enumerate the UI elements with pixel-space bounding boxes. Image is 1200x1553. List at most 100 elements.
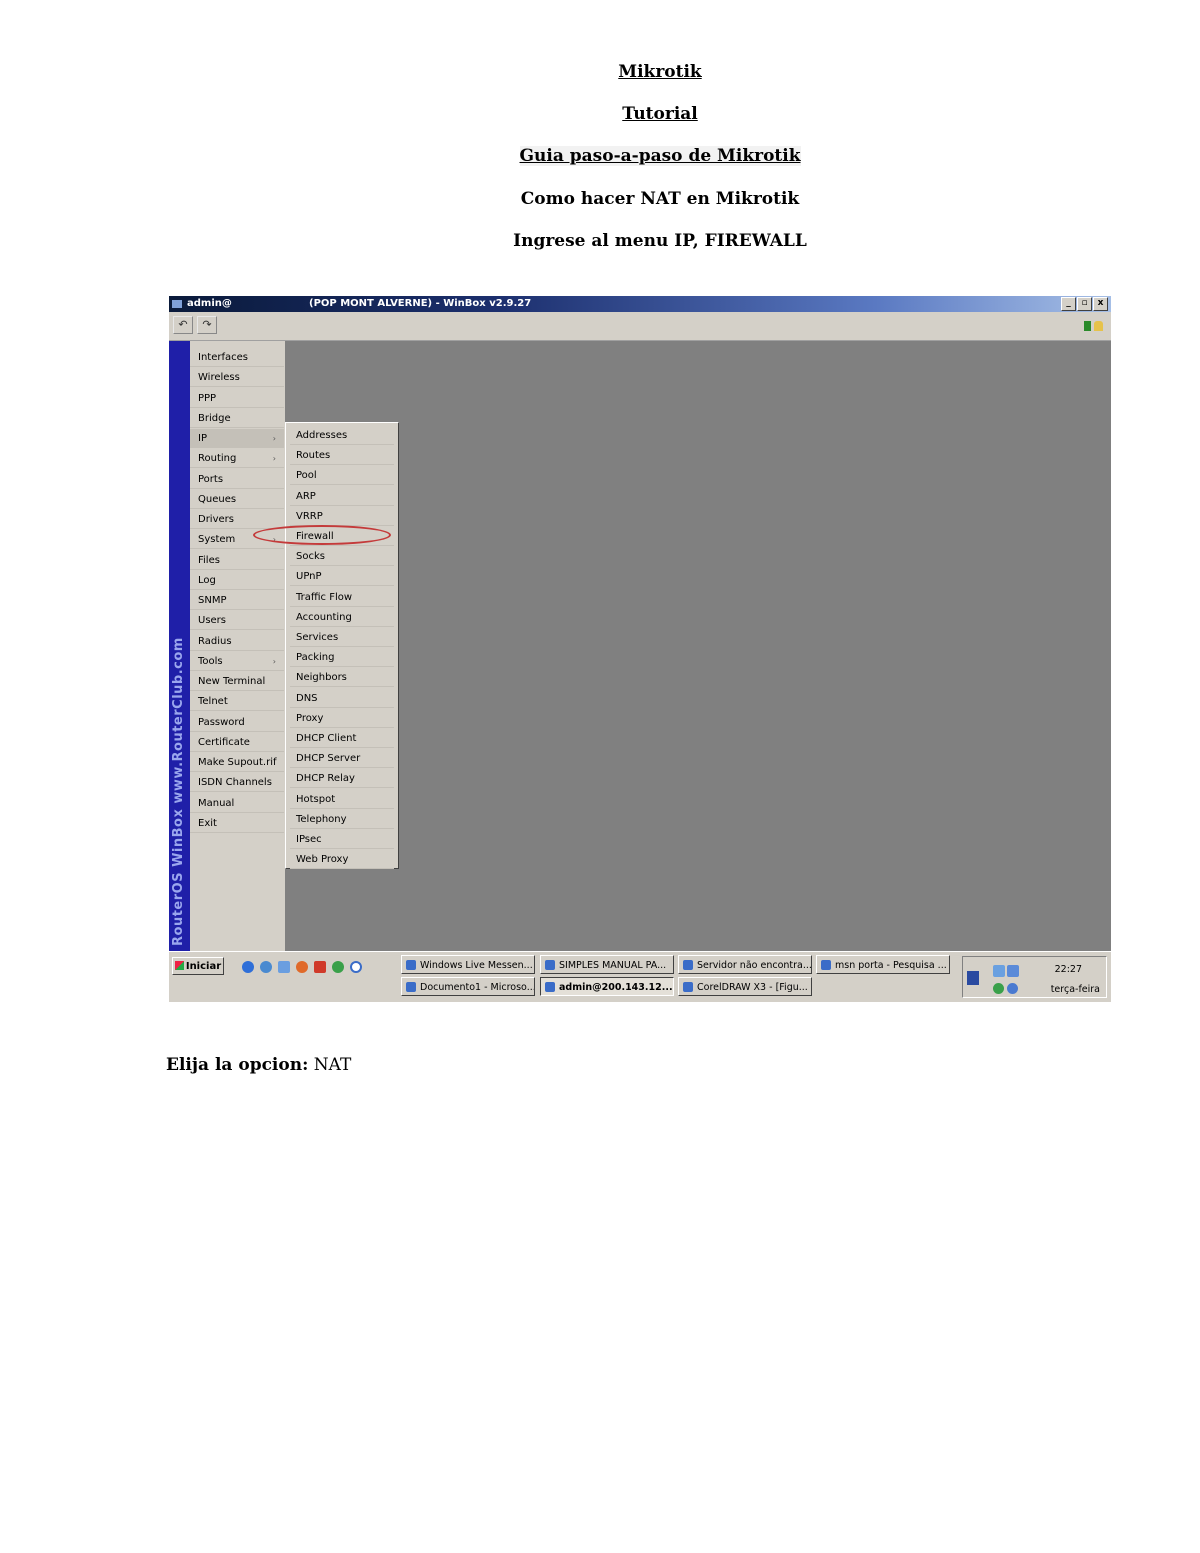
undo-button[interactable]: ↶	[173, 316, 193, 334]
main-menu-item[interactable]: Make Supout.rif	[190, 753, 284, 772]
main-menu-item[interactable]: IP ›	[190, 429, 284, 448]
ip-submenu-item[interactable]: Routes	[290, 446, 394, 466]
messenger-tray-icon[interactable]	[993, 983, 1004, 994]
firefox-icon[interactable]	[296, 961, 308, 973]
task-app-icon	[821, 960, 831, 970]
ip-submenu-item[interactable]: ARP	[290, 487, 394, 506]
winbox-sidebar-banner: RouterOS WinBox www.RouterClub.com	[169, 341, 190, 951]
main-menu-item[interactable]: SNMP	[190, 591, 284, 610]
taskbar-task[interactable]: Windows Live Messen...	[401, 955, 535, 974]
ip-submenu-item[interactable]: IPsec	[290, 830, 394, 849]
ip-submenu-item[interactable]: Web Proxy	[290, 850, 394, 870]
taskbar-task[interactable]: msn porta - Pesquisa ...	[816, 955, 950, 974]
main-menu-item[interactable]: Password	[190, 713, 284, 732]
main-menu-item-label: New Terminal	[198, 676, 266, 687]
main-menu-item[interactable]: Tools ›	[190, 652, 284, 671]
taskbar-task[interactable]: CorelDRAW X3 - [Figu...	[678, 977, 812, 996]
doc-section-heading: Como hacer NAT en Mikrotik	[520, 189, 800, 209]
main-menu-item[interactable]: Log	[190, 571, 284, 590]
language-icon[interactable]	[967, 971, 979, 985]
main-menu-item[interactable]: PPP	[190, 389, 284, 408]
main-menu-item[interactable]: Manual	[190, 794, 284, 813]
main-menu-item-label: Tools	[198, 655, 223, 667]
desktop-icon[interactable]	[278, 961, 290, 973]
ip-submenu: Addresses Routes Pool ARP VRRP Firewall Socks U…	[285, 422, 399, 870]
ip-submenu-item[interactable]: Neighbors	[290, 668, 394, 688]
taskbar-task[interactable]: Documento1 - Microso...	[401, 977, 535, 996]
main-menu-item-label: Certificate	[198, 736, 250, 748]
start-button[interactable]: Iniciar	[172, 957, 224, 975]
caption-value: NAT	[313, 1055, 352, 1075]
main-menu-item-label: PPP	[198, 392, 217, 404]
main-menu-item[interactable]: Radius	[190, 632, 284, 651]
main-menu-item[interactable]: Interfaces	[190, 348, 284, 367]
main-menu-item[interactable]: New Terminal	[190, 672, 284, 691]
main-menu-item[interactable]: Exit	[190, 814, 284, 833]
task-app-icon	[683, 960, 693, 970]
windows-flag-icon	[174, 961, 184, 970]
doc-caption: Elija la opcion: NAT	[166, 1055, 351, 1075]
ip-submenu-item[interactable]: Addresses	[290, 426, 394, 445]
main-menu-item[interactable]: Files	[190, 551, 284, 570]
taskbar-task-label: Servidor não encontra...	[697, 960, 812, 971]
main-menu-item-label: Password	[198, 716, 245, 728]
clock-time[interactable]: 22:27	[1055, 964, 1082, 975]
maximize-button[interactable]: ▫	[1077, 297, 1092, 311]
ip-submenu-item[interactable]: DHCP Client	[290, 729, 394, 748]
ip-submenu-item[interactable]: Services	[290, 628, 394, 647]
winbox-screenshot: admin@ (POP MONT ALVERNE) - WinBox v2.9.…	[169, 296, 1111, 1002]
ip-submenu-item[interactable]: DNS	[290, 689, 394, 708]
ip-submenu-item[interactable]: Hotspot	[290, 790, 394, 809]
main-menu-item[interactable]: Drivers	[190, 510, 284, 529]
security-icon[interactable]	[1007, 983, 1018, 994]
taskbar-task[interactable]: Servidor não encontra...	[678, 955, 812, 974]
ip-submenu-item[interactable]: Traffic Flow	[290, 588, 394, 607]
network-icon[interactable]	[993, 965, 1005, 977]
main-menu-item-label: Manual	[198, 797, 235, 809]
ip-submenu-item[interactable]: Pool	[290, 466, 394, 486]
main-menu-item[interactable]: Ports	[190, 470, 284, 489]
redo-button[interactable]: ↷	[197, 316, 217, 334]
main-menu-item[interactable]: Certificate	[190, 733, 284, 752]
ip-submenu-item[interactable]: Socks	[290, 547, 394, 567]
ip-submenu-item[interactable]: DHCP Server	[290, 749, 394, 769]
lock-icon	[1094, 321, 1103, 331]
main-menu-item-label: ISDN Channels	[198, 777, 272, 789]
submenu-arrow-icon: ›	[272, 454, 276, 464]
media-icon[interactable]	[350, 961, 362, 973]
main-menu-item-label: Radius	[198, 635, 232, 647]
main-menu-item-label: SNMP	[198, 595, 227, 606]
task-app-icon	[406, 982, 416, 992]
close-button[interactable]: x	[1093, 297, 1108, 311]
taskbar-task-label: CorelDRAW X3 - [Figu...	[697, 982, 808, 993]
ip-submenu-item[interactable]: VRRP	[290, 507, 394, 526]
main-menu-item[interactable]: Queues	[190, 490, 284, 509]
ip-submenu-item[interactable]: UPnP	[290, 567, 394, 587]
winbox-titlebar[interactable]: admin@ (POP MONT ALVERNE) - WinBox v2.9.…	[169, 296, 1111, 312]
main-menu-item[interactable]: Telnet	[190, 692, 284, 712]
main-menu-item[interactable]: Wireless	[190, 368, 284, 388]
firewall-highlight-ellipse	[253, 525, 391, 545]
ip-submenu-item[interactable]: Packing	[290, 648, 394, 668]
main-menu-item[interactable]: Bridge	[190, 409, 284, 428]
main-menu-item-label: Bridge	[198, 412, 231, 424]
titlebar-user: admin@	[187, 298, 232, 309]
outlook-icon[interactable]	[260, 961, 272, 973]
ip-submenu-item[interactable]: Proxy	[290, 709, 394, 728]
app-icon[interactable]	[314, 961, 326, 973]
start-label: Iniciar	[185, 961, 222, 972]
main-menu-item[interactable]: Users	[190, 611, 284, 631]
winbox-main-menu: Interfaces Wireless PPP Bridge IP › Routing › Po…	[190, 341, 285, 951]
minimize-button[interactable]: _	[1061, 297, 1076, 311]
ip-submenu-item[interactable]: Telephony	[290, 810, 394, 829]
taskbar-task-label: admin@200.143.12...	[559, 982, 673, 993]
taskbar-task[interactable]: SIMPLES MANUAL PA...	[540, 955, 674, 974]
ip-submenu-item[interactable]: DHCP Relay	[290, 769, 394, 789]
ie-icon[interactable]	[242, 961, 254, 973]
main-menu-item[interactable]: Routing ›	[190, 449, 284, 469]
messenger-icon[interactable]	[332, 961, 344, 973]
main-menu-item[interactable]: ISDN Channels	[190, 773, 284, 793]
ip-submenu-item[interactable]: Accounting	[290, 608, 394, 627]
taskbar-task[interactable]: admin@200.143.12...	[540, 977, 674, 996]
network-icon[interactable]	[1007, 965, 1019, 977]
